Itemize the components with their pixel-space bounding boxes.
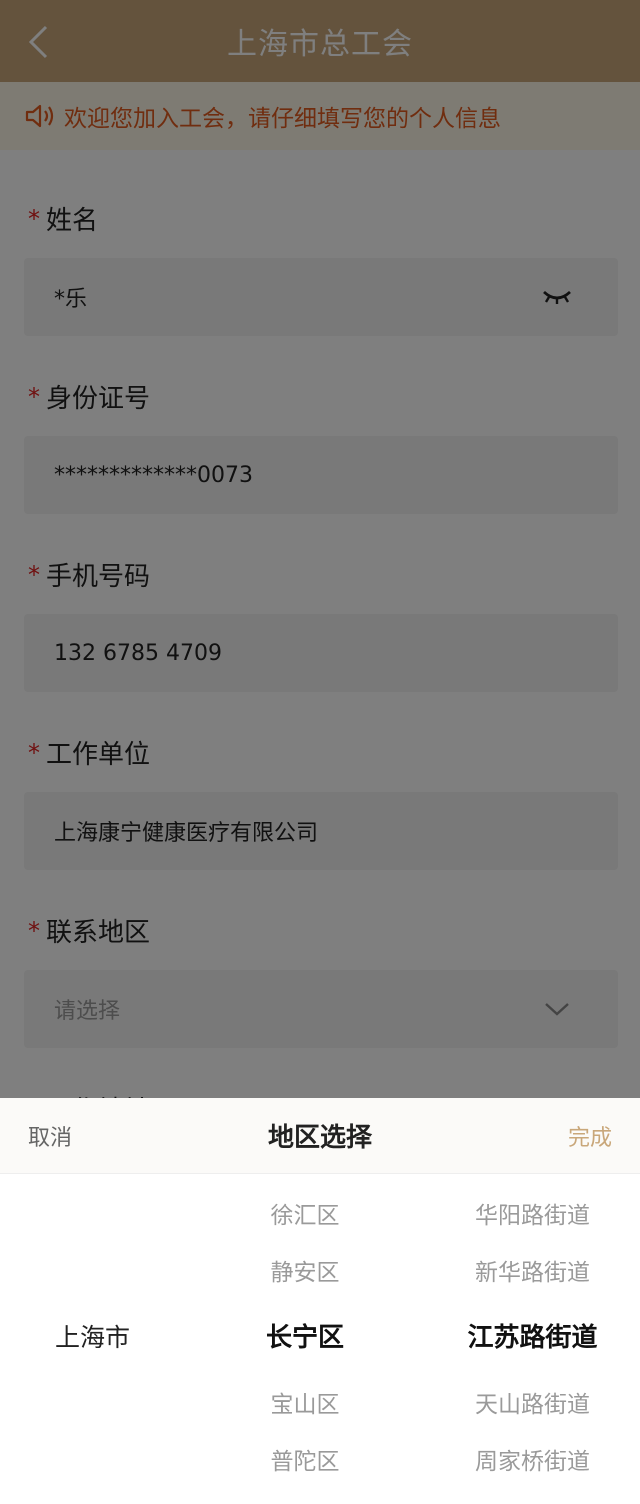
picker-option[interactable]: 宝山区 — [185, 1385, 425, 1425]
picker-columns: 上海市 徐汇区 静安区 长宁区 宝山区 普陀区 华阳路街道 新华路街道 江苏路街… — [0, 1174, 640, 1504]
picker-toolbar: 取消 地区选择 完成 — [0, 1098, 640, 1174]
picker-option[interactable]: 周家桥街道 — [425, 1442, 640, 1482]
picker-option[interactable]: 徐汇区 — [185, 1196, 425, 1236]
street-column[interactable]: 华阳路街道 新华路街道 江苏路街道 天山路街道 周家桥街道 — [425, 1174, 640, 1504]
region-picker-sheet: 取消 地区选择 完成 上海市 徐汇区 静安区 长宁区 宝山区 普陀区 华阳路街道… — [0, 1098, 640, 1504]
city-column[interactable]: 上海市 — [0, 1174, 185, 1504]
district-column[interactable]: 徐汇区 静安区 长宁区 宝山区 普陀区 — [185, 1174, 425, 1504]
cancel-button[interactable]: 取消 — [28, 1120, 72, 1152]
picker-title: 地区选择 — [267, 1123, 372, 1153]
picker-option-selected[interactable]: 江苏路街道 — [425, 1318, 640, 1358]
picker-option[interactable]: 静安区 — [185, 1253, 425, 1293]
picker-option[interactable]: 天山路街道 — [425, 1385, 640, 1425]
picker-option[interactable]: 华阳路街道 — [425, 1196, 640, 1236]
picker-option[interactable]: 普陀区 — [185, 1442, 425, 1482]
picker-option[interactable]: 新华路街道 — [425, 1253, 640, 1293]
done-button[interactable]: 完成 — [568, 1120, 612, 1152]
page: 上海市总工会 欢迎您加入工会，请仔细填写您的个人信息 * 姓名 *乐 — [0, 0, 640, 1504]
picker-option-selected[interactable]: 上海市 — [0, 1318, 185, 1358]
picker-option-selected[interactable]: 长宁区 — [185, 1318, 425, 1358]
